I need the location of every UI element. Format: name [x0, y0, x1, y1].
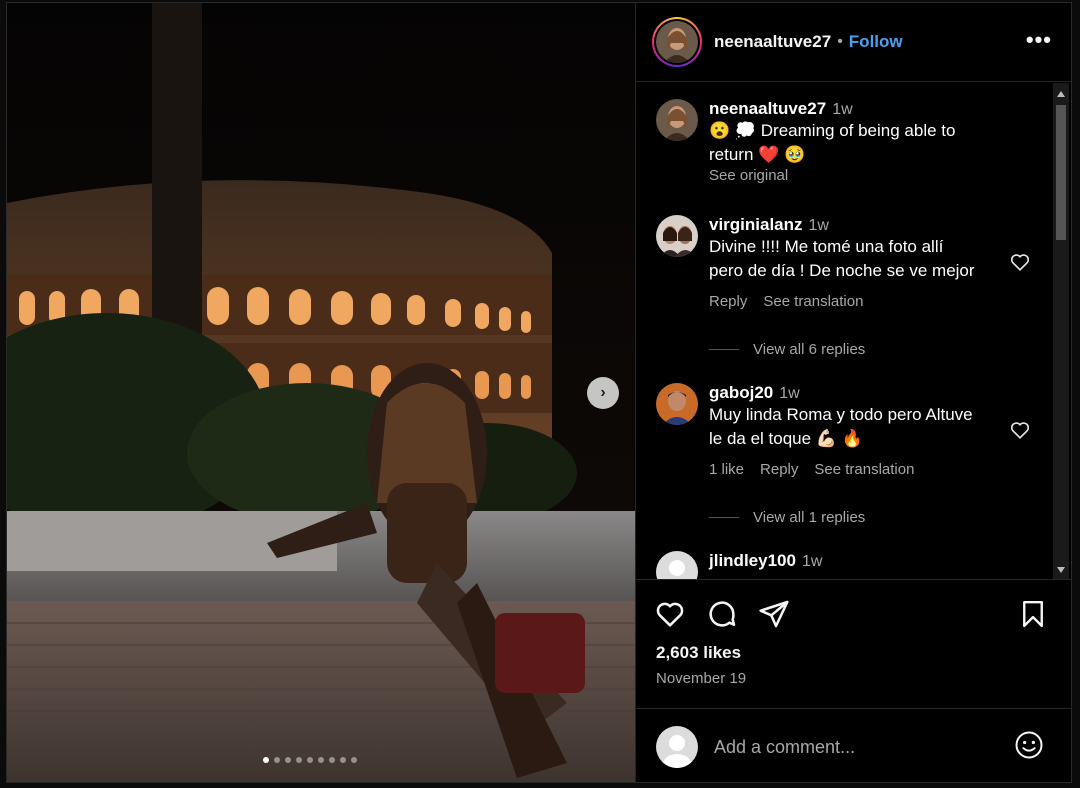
share-paper-plane-icon[interactable] — [758, 598, 790, 630]
avatar-image — [656, 99, 698, 141]
like-comment-heart-icon[interactable] — [1009, 419, 1031, 441]
comment-avatar[interactable] — [656, 383, 698, 425]
view-replies-button[interactable]: View all 6 replies — [709, 341, 865, 358]
follow-button[interactable]: Follow — [849, 32, 903, 52]
add-comment-input[interactable]: Add a comment... — [714, 737, 855, 758]
comment-text-line1: Muy linda Roma y todo pero Altuve — [709, 405, 973, 424]
separator-dot: • — [837, 33, 843, 50]
save-bookmark-icon[interactable] — [1018, 598, 1048, 630]
reply-button[interactable]: Reply — [709, 293, 747, 310]
avatar-image — [656, 215, 698, 257]
carousel-dot — [329, 757, 335, 763]
replies-divider — [709, 349, 739, 350]
replies-divider — [709, 517, 739, 518]
current-user-avatar — [656, 726, 698, 768]
avatar-image — [656, 383, 698, 425]
carousel-indicator — [263, 757, 357, 763]
emoji-picker-icon[interactable] — [1014, 730, 1044, 760]
caption-time: 1w — [832, 101, 853, 118]
comment-text-line2: pero de día ! De noche se ve mejor — [709, 261, 975, 280]
colosseum-night-photo — [7, 3, 635, 782]
comment: virginialanz 1w Divine !!!! Me tomé una f… — [656, 215, 1046, 325]
see-translation-link[interactable]: See translation — [763, 293, 863, 310]
comment-text-line1: Divine !!!! Me tomé una foto allí — [709, 237, 944, 256]
caption-avatar[interactable] — [656, 99, 698, 141]
author-avatar[interactable] — [652, 17, 702, 67]
view-replies-label: View all 1 replies — [753, 509, 866, 526]
post-footer: 2,603 likes November 19 Add a comment... — [636, 579, 1071, 782]
comment-time: 1w — [779, 385, 800, 402]
post-date: November 19 — [656, 670, 747, 687]
default-avatar-icon[interactable] — [656, 551, 698, 579]
post-photo: › — [7, 3, 635, 782]
comment-text-line2: le da el toque 💪🏻 🔥 — [709, 429, 863, 448]
comment-time: 1w — [808, 217, 829, 234]
post-details-pane: neenaaltuve27 • Follow ••• neenaaltuve27… — [635, 3, 1071, 782]
scroll-down-arrow-icon[interactable] — [1057, 567, 1065, 573]
see-translation-link[interactable]: See translation — [814, 461, 914, 478]
like-heart-icon[interactable] — [654, 598, 686, 630]
reply-button[interactable]: Reply — [760, 461, 798, 478]
scroll-up-arrow-icon[interactable] — [1057, 91, 1065, 97]
carousel-dot — [263, 757, 269, 763]
next-photo-button[interactable]: › — [587, 377, 619, 409]
author-avatar-image — [656, 21, 698, 63]
carousel-dot — [351, 757, 357, 763]
carousel-dot — [318, 757, 324, 763]
comment-username[interactable]: gaboj20 — [709, 383, 773, 402]
caption-text-line1: 😮 💭 Dreaming of being able to — [709, 121, 956, 140]
action-bar — [654, 598, 1054, 632]
see-original-link[interactable]: See original — [709, 167, 999, 184]
view-replies-button[interactable]: View all 1 replies — [709, 509, 865, 526]
view-replies-label: View all 6 replies — [753, 341, 866, 358]
comments-list[interactable]: neenaaltuve27 1w 😮 💭 Dreaming of being ab… — [636, 83, 1052, 579]
scrollbar-thumb[interactable] — [1056, 105, 1066, 240]
carousel-dot — [340, 757, 346, 763]
carousel-dot — [285, 757, 291, 763]
like-comment-heart-icon[interactable] — [1009, 251, 1031, 273]
post-header: neenaaltuve27 • Follow ••• — [636, 3, 1071, 82]
add-comment-bar: Add a comment... — [636, 708, 1071, 782]
comment: jlindley100 1w — [656, 551, 1046, 579]
likes-count[interactable]: 2,603 likes — [656, 643, 741, 663]
caption-username[interactable]: neenaaltuve27 — [709, 99, 826, 118]
carousel-dot — [296, 757, 302, 763]
comment-username[interactable]: jlindley100 — [709, 551, 796, 570]
instagram-post-modal: › neenaaltuve27 • Follow ••• neenaaltuve… — [6, 2, 1072, 783]
carousel-dot — [307, 757, 313, 763]
caption-text-line2: return ❤️ 🥹 — [709, 145, 806, 164]
author-username[interactable]: neenaaltuve27 — [714, 32, 831, 52]
chevron-right-icon: › — [600, 384, 606, 401]
comment-avatar[interactable] — [656, 215, 698, 257]
comment-bubble-icon[interactable] — [706, 598, 738, 630]
comment-time: 1w — [801, 553, 823, 570]
comment: gaboj20 1w Muy linda Roma y todo pero Alt… — [656, 383, 1046, 493]
comment-likes-count[interactable]: 1 like — [709, 461, 744, 478]
carousel-dot — [274, 757, 280, 763]
comment-username[interactable]: virginialanz — [709, 215, 803, 234]
caption: neenaaltuve27 1w 😮 💭 Dreaming of being ab… — [656, 99, 1046, 209]
comments-scrollbar[interactable] — [1053, 83, 1069, 579]
more-options-icon[interactable]: ••• — [1026, 27, 1052, 53]
